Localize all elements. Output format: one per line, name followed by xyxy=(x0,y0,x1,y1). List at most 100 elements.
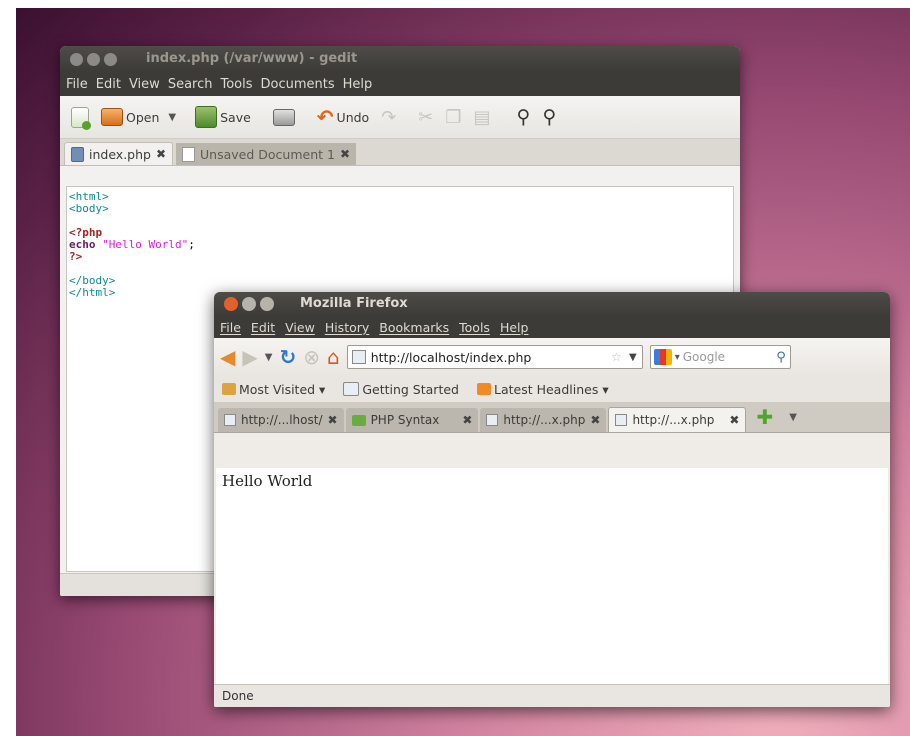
bookmark-latest-headlines[interactable]: Latest Headlines ▾ xyxy=(476,381,609,397)
find-replace-button[interactable]: ⚲ xyxy=(539,104,559,130)
code-line: ?> xyxy=(69,250,83,263)
undo-label: Undo xyxy=(336,109,370,125)
redo-button[interactable]: ↷ xyxy=(378,105,399,130)
search-bar[interactable]: ▾ Google ⚲ xyxy=(649,345,791,369)
minimize-window-icon[interactable] xyxy=(242,297,256,311)
menu-history[interactable]: History xyxy=(325,320,369,335)
tab-index-php[interactable]: index.php ✖ xyxy=(64,142,174,165)
browser-tab[interactable]: http://...x.php ✖ xyxy=(480,408,607,432)
back-arrow-icon[interactable]: ◀ xyxy=(220,347,235,367)
firefox-menubar: File Edit View History Bookmarks Tools H… xyxy=(214,316,890,338)
new-document-button[interactable] xyxy=(68,105,92,130)
menu-bookmarks[interactable]: Bookmarks xyxy=(379,320,449,335)
google-engine-icon[interactable] xyxy=(653,349,672,365)
page-content: Hello World xyxy=(216,468,888,685)
print-button[interactable] xyxy=(270,107,298,128)
menu-documents[interactable]: Documents xyxy=(261,77,335,92)
printer-icon xyxy=(272,108,295,126)
gedit-titlebar[interactable]: index.php (/var/www) - gedit xyxy=(60,46,740,72)
firefox-window: Mozilla Firefox File Edit View History B… xyxy=(214,292,890,707)
minimize-window-icon[interactable] xyxy=(87,53,100,66)
close-tab-icon[interactable]: ✖ xyxy=(590,413,600,427)
stop-icon[interactable]: ⊗ xyxy=(303,347,320,367)
gedit-tab-strip: index.php ✖ Unsaved Document 1 ✖ xyxy=(60,139,740,166)
page-icon xyxy=(615,414,628,426)
page-icon xyxy=(486,414,499,426)
new-tab-icon[interactable]: ✚ xyxy=(756,405,773,429)
php-icon xyxy=(351,414,366,426)
close-tab-icon[interactable]: ✖ xyxy=(156,147,166,161)
undo-button[interactable]: ↶ Undo xyxy=(314,103,372,131)
search-replace-icon: ⚲ xyxy=(542,106,557,128)
close-tab-icon[interactable]: ✖ xyxy=(340,147,350,161)
tab-label: index.php xyxy=(89,146,151,162)
gedit-menubar: File Edit View Search Tools Documents He… xyxy=(60,72,740,96)
site-identity-icon[interactable] xyxy=(351,350,366,364)
bookmark-label: Most Visited ▾ xyxy=(239,381,326,397)
page-icon xyxy=(224,414,236,426)
search-icon: ⚲ xyxy=(516,106,531,128)
home-icon[interactable]: ⌂ xyxy=(327,347,340,367)
scissors-icon: ✂ xyxy=(418,106,434,128)
url-text: http://localhost/index.php xyxy=(370,349,532,365)
paste-icon: ▤ xyxy=(473,106,491,128)
history-dropdown-icon[interactable]: ▼ xyxy=(265,352,273,363)
search-icon[interactable]: ⚲ xyxy=(776,350,786,365)
menu-tools[interactable]: Tools xyxy=(459,320,490,335)
bookmark-getting-started[interactable]: Getting Started xyxy=(343,382,459,397)
undo-icon: ↶ xyxy=(316,105,334,129)
open-button[interactable]: Open xyxy=(98,106,162,128)
menu-help[interactable]: Help xyxy=(500,320,529,335)
paste-button[interactable]: ▤ xyxy=(471,105,494,130)
maximize-window-icon[interactable] xyxy=(104,53,117,66)
save-label: Save xyxy=(220,109,251,125)
menu-edit[interactable]: Edit xyxy=(251,320,275,335)
code-line: echo "Hello World"; xyxy=(69,239,731,251)
menu-search[interactable]: Search xyxy=(168,77,213,92)
browser-tab[interactable]: http://...lhost/ ✖ xyxy=(218,408,344,432)
tab-label: http://...x.php xyxy=(632,413,715,427)
firefox-statusbar: Done xyxy=(214,684,890,707)
url-bar[interactable]: http://localhost/index.php ☆ ▼ xyxy=(346,345,643,369)
forward-arrow-icon[interactable]: ▶ xyxy=(242,347,257,367)
redo-icon: ↷ xyxy=(381,106,397,128)
url-dropdown-icon[interactable]: ▼ xyxy=(629,352,637,363)
firefox-titlebar[interactable]: Mozilla Firefox xyxy=(214,292,890,316)
list-all-tabs-icon[interactable]: ▼ xyxy=(789,412,797,423)
menu-edit[interactable]: Edit xyxy=(96,77,121,92)
firefox-tab-strip: http://...lhost/ ✖ PHP Syntax ✖ http://.… xyxy=(214,402,890,433)
reload-icon[interactable]: ↻ xyxy=(279,347,296,367)
menu-view[interactable]: View xyxy=(129,77,160,92)
search-engine-dropdown-icon[interactable]: ▾ xyxy=(675,352,680,363)
close-tab-icon[interactable]: ✖ xyxy=(462,413,472,427)
bookmark-most-visited[interactable]: Most Visited ▾ xyxy=(222,382,325,397)
browser-tab[interactable]: PHP Syntax ✖ xyxy=(345,408,479,432)
rss-feed-icon xyxy=(476,383,491,395)
cut-button[interactable]: ✂ xyxy=(415,105,436,130)
open-recent-dropdown-icon[interactable]: ▼ xyxy=(168,112,176,123)
tab-unsaved-document[interactable]: Unsaved Document 1 ✖ xyxy=(176,143,357,165)
menu-file[interactable]: File xyxy=(220,320,241,335)
bookmark-label: Latest Headlines ▾ xyxy=(493,381,609,397)
close-window-icon[interactable] xyxy=(70,53,83,66)
close-window-icon[interactable] xyxy=(224,297,238,311)
tab-label: Unsaved Document 1 xyxy=(200,146,335,162)
save-button[interactable]: Save xyxy=(192,104,254,130)
browser-tab-active[interactable]: http://...x.php ✖ xyxy=(608,407,747,432)
close-tab-icon[interactable]: ✖ xyxy=(729,413,739,427)
tab-label: PHP Syntax xyxy=(370,413,440,427)
menu-file[interactable]: File xyxy=(66,77,88,92)
php-file-icon xyxy=(71,146,84,162)
menu-help[interactable]: Help xyxy=(343,77,373,92)
page-icon xyxy=(343,382,360,396)
maximize-window-icon[interactable] xyxy=(260,297,274,311)
save-icon xyxy=(195,106,218,128)
find-button[interactable]: ⚲ xyxy=(514,104,534,130)
desktop-background: index.php (/var/www) - gedit File Edit V… xyxy=(16,8,910,736)
menu-tools[interactable]: Tools xyxy=(220,77,252,92)
copy-button[interactable]: ❐ xyxy=(442,105,464,130)
close-tab-icon[interactable]: ✖ xyxy=(328,413,338,427)
menu-view[interactable]: View xyxy=(285,320,315,335)
status-text: Done xyxy=(222,689,254,703)
bookmark-star-icon[interactable]: ☆ xyxy=(611,350,622,364)
